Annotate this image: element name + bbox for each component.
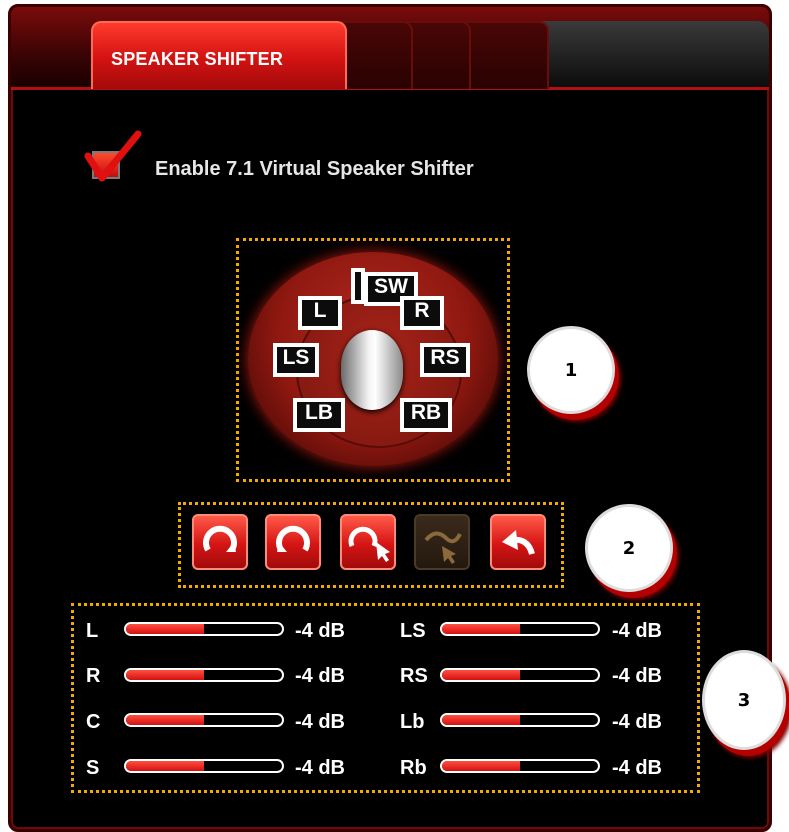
rotate-manual-drag-icon [348, 526, 390, 562]
reset-button[interactable] [490, 514, 546, 570]
tab-speaker-shifter-label: SPEAKER SHIFTER [111, 49, 284, 69]
level-value-rs: -4 dB [612, 665, 662, 687]
tab-bar: SPEAKER SHIFTER [11, 7, 769, 90]
tab-speaker-shifter[interactable]: SPEAKER SHIFTER [91, 21, 347, 89]
level-fill-r [126, 670, 204, 680]
level-label-l: L [86, 620, 99, 642]
level-slider-l[interactable] [124, 622, 284, 636]
level-value-l: -4 dB [295, 620, 345, 642]
rotate-manual-drag-button[interactable] [340, 514, 396, 570]
level-value-c: -4 dB [295, 711, 345, 733]
speaker-l-label: L [313, 299, 327, 322]
rotate-clockwise-icon [203, 525, 237, 552]
enable-speaker-shifter-label: Enable 7.1 Virtual Speaker Shifter [155, 158, 474, 180]
level-label-s: S [86, 757, 100, 779]
speaker-lb[interactable]: LB [293, 398, 345, 432]
drag-move-icon [424, 531, 462, 564]
level-fill-ls [442, 624, 520, 634]
level-slider-rb[interactable] [440, 759, 600, 773]
callout-2-label: 2 [622, 537, 636, 559]
speaker-ls[interactable]: LS [273, 343, 319, 377]
rotate-clockwise-button[interactable] [192, 514, 248, 570]
speaker-rb[interactable]: RB [400, 398, 452, 432]
level-label-lb: Lb [400, 711, 425, 733]
speaker-lb-label: LB [305, 401, 333, 424]
level-slider-rs[interactable] [440, 668, 600, 682]
speaker-l[interactable]: L [298, 296, 342, 330]
level-label-r: R [86, 665, 101, 687]
reset-undo-icon [502, 530, 535, 555]
level-slider-s[interactable] [124, 759, 284, 773]
speaker-center[interactable] [351, 268, 365, 304]
level-fill-l [126, 624, 204, 634]
level-fill-lb [442, 715, 520, 725]
speaker-r[interactable]: R [400, 296, 444, 330]
level-label-c: C [86, 711, 101, 733]
level-slider-c[interactable] [124, 713, 284, 727]
tab-bar-end [531, 21, 769, 87]
level-label-rs: RS [400, 665, 428, 687]
speaker-rs[interactable]: RS [420, 343, 470, 377]
level-label-ls: LS [400, 620, 426, 642]
level-fill-s [126, 761, 204, 771]
level-fill-rs [442, 670, 520, 680]
rotate-counterclockwise-icon [276, 525, 310, 552]
speaker-sw-label: SW [374, 275, 408, 298]
speaker-rs-label: RS [430, 346, 460, 369]
level-value-s: -4 dB [295, 757, 345, 779]
rotate-counterclockwise-button[interactable] [265, 514, 321, 570]
level-fill-rb [442, 761, 520, 771]
level-value-r: -4 dB [295, 665, 345, 687]
drag-move-button[interactable] [414, 514, 470, 570]
checkmark-icon [84, 130, 142, 182]
level-slider-lb[interactable] [440, 713, 600, 727]
speaker-ls-label: LS [282, 346, 310, 369]
callout-2: 2 [585, 504, 673, 592]
level-value-ls: -4 dB [612, 620, 662, 642]
level-label-rb: Rb [400, 757, 427, 779]
level-value-rb: -4 dB [612, 757, 662, 779]
level-fill-c [126, 715, 204, 725]
level-slider-r[interactable] [124, 668, 284, 682]
callout-1-label: 1 [564, 359, 578, 381]
level-slider-ls[interactable] [440, 622, 600, 636]
speaker-r-label: R [414, 299, 430, 322]
speaker-rb-label: RB [410, 401, 442, 424]
level-value-lb: -4 dB [612, 711, 662, 733]
callout-1: 1 [527, 326, 615, 414]
callout-3-label: 3 [737, 689, 751, 711]
listener-head-knob[interactable] [341, 330, 403, 410]
callout-3: 3 [702, 650, 786, 750]
